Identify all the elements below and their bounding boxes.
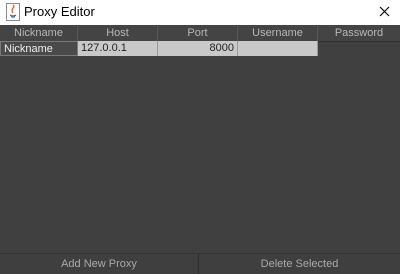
cell-nickname[interactable]: Nickname: [0, 41, 78, 56]
column-header-username[interactable]: Username: [238, 25, 318, 41]
window-title: Proxy Editor: [24, 4, 95, 19]
close-icon[interactable]: [374, 2, 396, 22]
delete-selected-button[interactable]: Delete Selected: [199, 254, 400, 274]
column-header-port[interactable]: Port: [158, 25, 238, 41]
cell-host[interactable]: 127.0.0.1: [78, 41, 158, 56]
column-header-password[interactable]: Password: [318, 25, 400, 41]
table-header: Nickname Host Port Username Password: [0, 25, 400, 42]
table-row[interactable]: Nickname 127.0.0.1 8000: [0, 41, 318, 56]
title-bar: Proxy Editor: [0, 0, 400, 25]
button-bar: Add New Proxy Delete Selected: [0, 253, 400, 274]
column-header-nickname[interactable]: Nickname: [0, 25, 78, 41]
cell-username[interactable]: [238, 41, 318, 56]
column-header-host[interactable]: Host: [78, 25, 158, 41]
cell-port[interactable]: 8000: [158, 41, 238, 56]
proxy-table-panel: Nickname Host Port Username Password Nic…: [0, 25, 400, 274]
java-icon: [6, 3, 20, 21]
add-new-proxy-button[interactable]: Add New Proxy: [0, 254, 199, 274]
